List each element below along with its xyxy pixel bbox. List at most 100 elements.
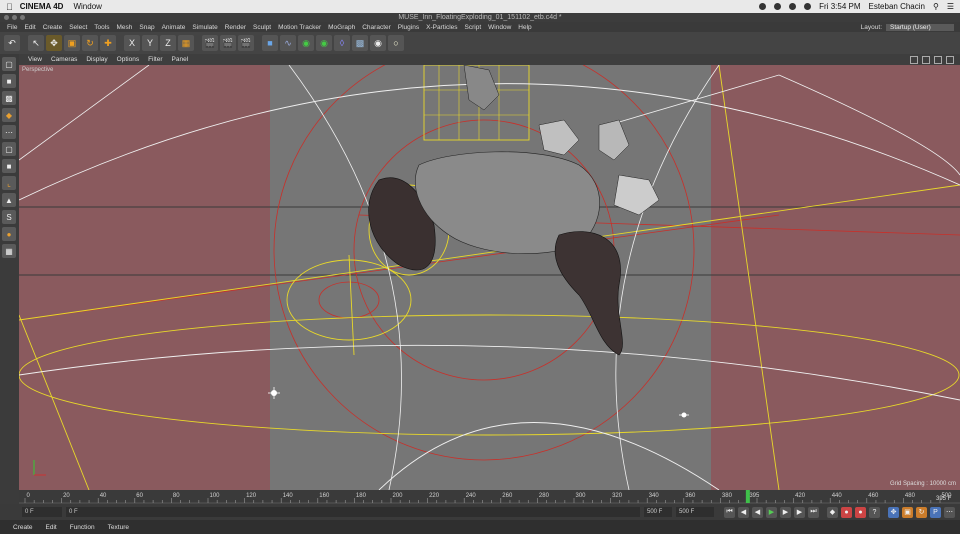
scale-icon[interactable]: ▣	[64, 35, 80, 51]
x-axis-button[interactable]: X	[124, 35, 140, 51]
points-mode-icon[interactable]: ⋯	[2, 125, 16, 139]
menu-file[interactable]: File	[7, 24, 17, 31]
polygons-mode-icon[interactable]: ■	[2, 159, 16, 173]
material-menu-function[interactable]: Function	[70, 524, 95, 531]
render-picture-viewer-icon[interactable]: 🎬	[220, 35, 236, 51]
cube-icon[interactable]: ■	[262, 35, 278, 51]
material-menu-texture[interactable]: Texture	[108, 524, 129, 531]
material-menu-edit[interactable]: Edit	[46, 524, 57, 531]
timeline-ruler[interactable]: 0 20 40 60 80 100 120 140 160 180 200 220 240 260 280 3…	[19, 490, 960, 504]
play-icon[interactable]: ▶	[766, 506, 777, 518]
menu-create[interactable]: Create	[43, 24, 63, 31]
battery-icon[interactable]	[804, 3, 812, 10]
spline-pen-icon[interactable]: ∿	[280, 35, 296, 51]
deformer-icon[interactable]: ◊	[334, 35, 350, 51]
close-window-button[interactable]	[4, 15, 9, 20]
wifi-icon[interactable]	[789, 3, 797, 10]
maximize-view-icon[interactable]	[946, 55, 954, 64]
menu-window[interactable]: Window	[488, 24, 511, 31]
preview-range-slider[interactable]: 0 F	[66, 507, 640, 517]
material-menu-create[interactable]: Create	[13, 524, 33, 531]
y-axis-button[interactable]: Y	[142, 35, 158, 51]
camera-icon[interactable]: ◉	[370, 35, 386, 51]
menu-help[interactable]: Help	[518, 24, 531, 31]
move-icon[interactable]: ✥	[46, 35, 62, 51]
record-position-icon[interactable]: ✥	[888, 506, 899, 518]
status-icon[interactable]	[774, 3, 782, 10]
user-name[interactable]: Esteban Chacin	[868, 2, 924, 11]
keyframe-help-icon[interactable]: ?	[869, 506, 880, 518]
menu-motion-tracker[interactable]: Motion Tracker	[278, 24, 321, 31]
live-selection-icon[interactable]: ↖	[28, 35, 44, 51]
record-scale-icon[interactable]: ▣	[902, 506, 913, 518]
menu-simulate[interactable]: Simulate	[192, 24, 217, 31]
floor-icon[interactable]: ▩	[352, 35, 368, 51]
layout-dropdown[interactable]: Startup (User)	[886, 23, 954, 31]
next-key-icon[interactable]: ▶	[794, 506, 805, 518]
rotate-icon[interactable]: ↻	[82, 35, 98, 51]
status-icon[interactable]	[759, 3, 767, 10]
menu-edit[interactable]: Edit	[24, 24, 35, 31]
zoom-window-button[interactable]	[20, 15, 25, 20]
autokeying-icon[interactable]: ●	[855, 506, 866, 518]
record-point-level-icon[interactable]: ⋯	[944, 506, 955, 518]
keyframe-selection-icon[interactable]: ◆	[827, 506, 838, 518]
go-to-start-icon[interactable]: ⏮	[724, 506, 735, 518]
z-axis-button[interactable]: Z	[160, 35, 176, 51]
apple-icon[interactable]: 	[6, 2, 13, 12]
previous-frame-icon[interactable]: ◀	[752, 506, 763, 518]
lock-workplane-icon[interactable]: ●	[2, 227, 16, 241]
edges-mode-icon[interactable]: ▢	[2, 142, 16, 156]
coordinate-system-icon[interactable]: ▦	[178, 35, 194, 51]
render-settings-icon[interactable]: 🎬	[238, 35, 254, 51]
start-frame-field[interactable]: 0 F	[22, 507, 62, 517]
menu-select[interactable]: Select	[69, 24, 87, 31]
texture-mode-icon[interactable]: ▩	[2, 91, 16, 105]
menu-mograph[interactable]: MoGraph	[328, 24, 355, 31]
record-parameter-icon[interactable]: P	[930, 506, 941, 518]
menu-mesh[interactable]: Mesh	[116, 24, 132, 31]
axis-mode-icon[interactable]: ⌞	[2, 176, 16, 190]
subdivision-icon[interactable]: ◉	[298, 35, 314, 51]
menu-render[interactable]: Render	[225, 24, 246, 31]
clock[interactable]: Fri 3:54 PM	[819, 2, 860, 11]
viewport-menu-view[interactable]: View	[28, 56, 42, 63]
next-frame-icon[interactable]: ▶	[780, 506, 791, 518]
menu-sculpt[interactable]: Sculpt	[253, 24, 271, 31]
tweak-icon[interactable]: ▲	[2, 193, 16, 207]
viewport-menu-options[interactable]: Options	[117, 56, 139, 63]
menu-tools[interactable]: Tools	[94, 24, 109, 31]
3d-viewport[interactable]: Perspective Grid Spacing : 10000 cm	[19, 65, 960, 490]
previous-key-icon[interactable]: ◀	[738, 506, 749, 518]
menu-plugins[interactable]: Plugins	[398, 24, 419, 31]
record-rotation-icon[interactable]: ↻	[916, 506, 927, 518]
pan-icon[interactable]	[910, 55, 918, 64]
viewport-menu-display[interactable]: Display	[86, 56, 107, 63]
make-editable-icon[interactable]: ▢	[2, 57, 16, 71]
go-to-end-icon[interactable]: ⏭	[808, 506, 819, 518]
viewport-menu-cameras[interactable]: Cameras	[51, 56, 77, 63]
record-active-objects-icon[interactable]: ●	[841, 506, 852, 518]
transform-icon[interactable]: ✚	[100, 35, 116, 51]
end-frame-field[interactable]: 500 F	[676, 507, 714, 517]
menu-script[interactable]: Script	[465, 24, 482, 31]
search-icon[interactable]: ⚲	[933, 2, 939, 11]
orbit-icon[interactable]	[934, 55, 942, 64]
workplane-icon[interactable]: ◆	[2, 108, 16, 122]
zoom-icon[interactable]	[922, 55, 930, 64]
preview-end-field[interactable]: 500 F	[644, 507, 672, 517]
viewport-menu-panel[interactable]: Panel	[172, 56, 189, 63]
window-menu[interactable]: Window	[73, 2, 101, 11]
undo-icon[interactable]: ↶	[4, 35, 20, 51]
menu-snap[interactable]: Snap	[139, 24, 154, 31]
menu-icon[interactable]: ☰	[947, 2, 954, 11]
menu-character[interactable]: Character	[362, 24, 391, 31]
viewport-menu-filter[interactable]: Filter	[148, 56, 162, 63]
menu-x-particles[interactable]: X-Particles	[426, 24, 457, 31]
planar-workplane-icon[interactable]: ▦	[2, 244, 16, 258]
render-view-icon[interactable]: 🎬	[202, 35, 218, 51]
menu-animate[interactable]: Animate	[162, 24, 186, 31]
model-mode-icon[interactable]: ■	[2, 74, 16, 88]
light-icon[interactable]: ○	[388, 35, 404, 51]
app-menu-name[interactable]: CINEMA 4D	[20, 2, 64, 11]
